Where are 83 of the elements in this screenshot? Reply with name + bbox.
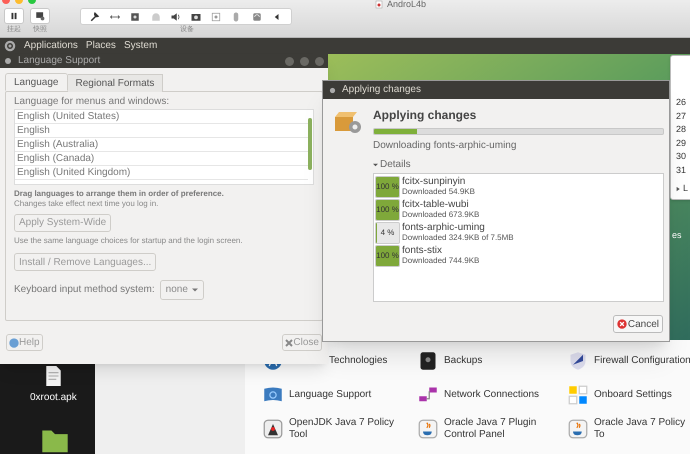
list-item[interactable]: English	[15, 124, 308, 138]
calendar-day[interactable]: 26	[676, 96, 686, 110]
package-info: Downloaded 324.9KB of 7.5MB	[402, 233, 514, 243]
percent-label: 100 %	[376, 204, 399, 216]
snapshot-button[interactable]	[30, 8, 50, 24]
window-title: Language Support	[18, 56, 102, 66]
window-title: Applying changes	[342, 85, 421, 95]
percent-label: 100 %	[376, 250, 399, 262]
window-icon	[329, 86, 336, 94]
tab[interactable]: Regional Formats	[68, 74, 164, 92]
cancel-icon	[616, 319, 627, 329]
monitor-icon	[35, 11, 45, 21]
calendar-day[interactable]: 29	[676, 136, 686, 150]
calendar-day[interactable]: 28	[676, 123, 686, 136]
percent-label: 100 %	[376, 180, 399, 192]
status-text: Downloading fonts-arphic-uming	[373, 140, 518, 152]
package-info: Downloaded 744.9KB	[402, 256, 480, 266]
panel-menu[interactable]: Places	[86, 41, 116, 51]
hint-text: Drag languages to arrange them in order of preference.	[14, 189, 225, 199]
panel-menu[interactable]: System	[124, 41, 158, 51]
percent-label: 4 %	[380, 226, 394, 238]
duke-icon	[263, 419, 283, 439]
list-item[interactable]: English (United States)	[15, 110, 308, 124]
details-expander[interactable]: Details	[373, 159, 411, 171]
package-name: fonts-stix	[402, 245, 444, 256]
device-icon	[170, 10, 182, 22]
settings-item[interactable]: OpenJDK Java 7 Policy Tool	[289, 417, 407, 441]
settings-item[interactable]: Technologies	[329, 355, 388, 367]
package-info: Downloaded 673.9KB	[402, 210, 480, 220]
java-icon	[568, 419, 588, 439]
device-icon	[89, 10, 102, 22]
tab[interactable]: Language	[5, 73, 68, 91]
settings-item[interactable]: Backups	[444, 355, 482, 367]
calendar-day[interactable]: 31	[676, 164, 686, 177]
expanded-triangle-icon	[373, 163, 378, 167]
device-icon	[250, 10, 263, 22]
keys-icon	[568, 385, 588, 405]
settings-item[interactable]: Oracle Java 7 Plugin Control Panel	[444, 417, 562, 441]
list-label: Language for menus and windows:	[14, 96, 170, 108]
device-icon	[210, 10, 222, 22]
java-icon	[418, 419, 438, 439]
help-icon	[9, 338, 19, 348]
close-icon	[285, 338, 294, 346]
file-icon	[46, 366, 61, 386]
list-item[interactable]: English (Australia)	[15, 138, 308, 152]
settings-item[interactable]: Firewall Configuration	[594, 355, 690, 367]
document-icon	[375, 0, 383, 9]
hint-text: Changes take effect next time you log in.	[14, 199, 160, 209]
calendar-day[interactable]: 30	[676, 150, 686, 164]
package-gear-icon	[333, 109, 363, 135]
note-text: Use the same language choices for startup and the login screen.	[14, 236, 244, 246]
expander-icon	[676, 186, 681, 192]
shield-icon	[568, 351, 588, 371]
window-title: AndroL4b	[387, 0, 426, 9]
package-name: fcitx-sunpinyin	[402, 176, 466, 187]
cancel-button[interactable]: Cancel	[612, 315, 663, 333]
field-label: Keyboard input method system:	[14, 283, 155, 297]
partial-label: es	[672, 231, 682, 240]
pause-icon	[9, 11, 19, 21]
dropdown-caret-icon	[192, 288, 198, 292]
panel-menu[interactable]: Applications	[24, 41, 78, 51]
pause-button[interactable]	[4, 8, 24, 24]
settings-item[interactable]: Onboard Settings	[594, 389, 672, 401]
safe-icon	[418, 351, 438, 371]
list-item[interactable]: English (United Kingdom)	[15, 166, 308, 180]
dialog-heading: Applying changes	[373, 107, 478, 123]
settings-item[interactable]: Network Connections	[444, 389, 540, 401]
device-icon	[129, 10, 142, 22]
file-label: 0xroot.apk	[30, 391, 77, 405]
package-info: Downloaded 54.9KB	[402, 187, 475, 197]
settings-item[interactable]: Language Support	[289, 389, 372, 401]
toolbar-button[interactable]	[170, 10, 182, 22]
calendar-day[interactable]: 27	[676, 110, 686, 123]
package-name: fcitx-table-wubi	[402, 199, 470, 210]
device-icon	[150, 10, 162, 22]
toolbar-button[interactable]	[89, 10, 102, 22]
scrollbar-thumb[interactable]	[308, 118, 312, 170]
toolbar-button[interactable]	[129, 10, 142, 22]
settings-item[interactable]: Oracle Java 7 Policy To	[594, 417, 690, 441]
list-item[interactable]: English (Canada)	[15, 152, 308, 166]
calendar-link[interactable]: L	[683, 184, 688, 193]
package-name: fonts-arphic-uming	[402, 222, 486, 233]
window-icon	[4, 57, 12, 65]
